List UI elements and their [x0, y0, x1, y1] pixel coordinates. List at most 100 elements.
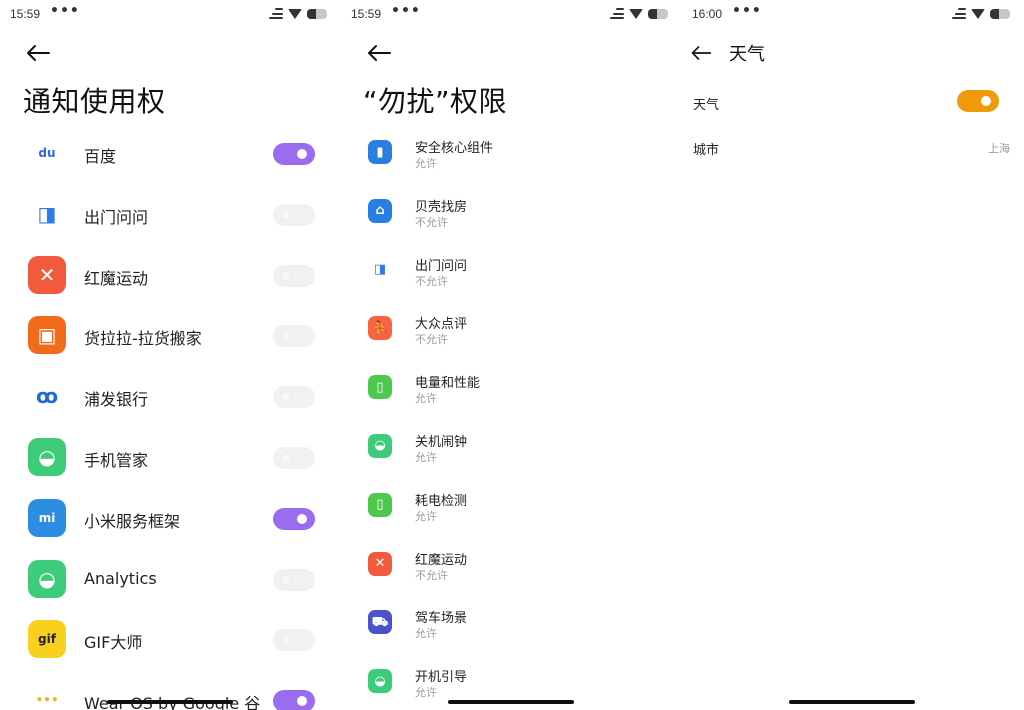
dnd-permission-screen: 15:59 ••• “勿扰”权限 ▮ 安全核心组件 允许 ⌂ 贝壳找房 不允许 ◨ 出门问问不…: [341, 0, 682, 710]
app-row[interactable]: ◨ 出门问问 不允许: [341, 242, 682, 301]
app-row[interactable]: ◒ 手机管家: [0, 428, 341, 489]
status-time: 16:00: [692, 7, 723, 21]
system-icons: [610, 8, 668, 19]
notification-access-toggle[interactable]: [273, 507, 315, 530]
home-indicator[interactable]: [448, 700, 574, 704]
app-list: du 百度 ◨ 出门问问 ✕ 红魔运动 ▣ 货拉拉-拉货搬家 ꝏ 浦发银行 ◒ 手机管家 mi 小米服务框…: [0, 124, 341, 710]
app-name: 手机管家: [84, 450, 149, 470]
city-setting-row[interactable]: 城市 上海: [682, 127, 1024, 167]
status-more-dots: •••: [732, 3, 762, 19]
back-button[interactable]: [366, 43, 392, 63]
app-name: 红魔运动: [415, 552, 468, 568]
back-arrow-icon: [27, 45, 50, 61]
redmagic-sport-icon: ✕: [28, 255, 66, 294]
beike-icon: ⌂: [368, 198, 392, 223]
home-indicator[interactable]: [107, 700, 233, 704]
notification-access-toggle[interactable]: [273, 264, 315, 287]
app-name: 开机引导: [415, 670, 468, 686]
app-row[interactable]: gif GIF大师: [0, 610, 341, 671]
notification-access-toggle[interactable]: [273, 325, 315, 348]
app-name: 驾车场景: [415, 611, 468, 627]
app-name: 关机闹钟: [415, 434, 468, 450]
mi-service-icon: mi: [28, 498, 66, 537]
notification-access-toggle[interactable]: [273, 203, 315, 226]
app-name: 红魔运动: [84, 268, 149, 288]
city-label: 城市: [693, 143, 720, 158]
weather-setting-row[interactable]: 天气: [682, 82, 1024, 122]
weather-settings-screen: 16:00 ••• 天气 天气 城市 上海: [682, 0, 1024, 710]
signal-icon: [952, 8, 966, 19]
back-arrow-icon: [368, 45, 391, 61]
permission-status: 允许: [415, 509, 437, 523]
app-row[interactable]: ▮ 安全核心组件 允许: [341, 124, 682, 183]
notification-access-toggle[interactable]: [273, 143, 315, 165]
app-row[interactable]: ▯ 耗电检测 允许: [341, 477, 682, 536]
app-row[interactable]: ⛟ 驾车场景 允许: [341, 594, 682, 653]
city-value: 上海: [988, 142, 1010, 155]
back-button[interactable]: [690, 44, 712, 62]
signal-icon: [269, 8, 283, 19]
home-indicator[interactable]: [789, 700, 915, 704]
back-button[interactable]: [25, 43, 51, 63]
app-row[interactable]: ◒ 关机闹钟 允许: [341, 418, 682, 477]
app-name: 浦发银行: [84, 390, 149, 410]
mobvoi-icon: ◨: [28, 194, 66, 233]
status-bar: 16:00 •••: [682, 0, 1024, 30]
mobvoi-icon: ◨: [368, 257, 392, 282]
notification-access-toggle[interactable]: [273, 690, 315, 710]
app-row[interactable]: ▣ 货拉拉-拉货搬家: [0, 306, 341, 367]
app-row[interactable]: ✕ 红魔运动: [0, 246, 341, 307]
spdb-icon: ꝏ: [28, 377, 66, 416]
weather-label: 天气: [693, 98, 720, 113]
battery-icon: ▯: [368, 375, 392, 400]
status-more-dots: •••: [50, 3, 80, 19]
android-icon: ◒: [28, 559, 66, 598]
permission-status: 不允许: [415, 215, 448, 229]
lalamove-icon: ▣: [28, 316, 66, 355]
battery-status-icon: [307, 8, 327, 19]
app-name: 电量和性能: [415, 376, 481, 392]
app-name: 小米服务框架: [84, 511, 181, 531]
app-name: 安全核心组件: [415, 141, 494, 156]
app-row[interactable]: du 百度: [0, 124, 341, 185]
permission-status: 允许: [415, 627, 437, 641]
system-icons: [269, 8, 327, 19]
signal-icon: [610, 8, 624, 19]
car-icon: ⛟: [368, 610, 392, 635]
status-time: 15:59: [351, 7, 382, 21]
app-name: 出门问问: [84, 207, 149, 227]
app-name: 百度: [84, 147, 117, 166]
notification-access-toggle[interactable]: [273, 629, 315, 652]
screens: 15:59 ••• 通知使用权 du 百度 ◨ 出门问问 ✕ 红魔运动 ▣ 货拉拉-拉货搬家 ꝏ…: [0, 0, 1024, 710]
app-row[interactable]: ⌂ 贝壳找房 不允许: [341, 183, 682, 242]
app-row[interactable]: ꝏ 浦发银行: [0, 367, 341, 428]
permission-status: 不允许: [415, 333, 448, 347]
app-name: 贝壳找房: [415, 199, 468, 215]
permission-status: 不允许: [415, 274, 448, 288]
android-icon: ◒: [368, 669, 392, 694]
redmagic-sport-icon: ✕: [368, 551, 392, 576]
app-row[interactable]: ◒ Analytics: [0, 550, 341, 611]
weather-toggle[interactable]: [957, 90, 999, 112]
permission-status: 允许: [415, 157, 437, 170]
app-row[interactable]: ▯ 电量和性能 允许: [341, 359, 682, 418]
app-row[interactable]: •••Wear OS by Google 谷: [0, 671, 341, 710]
android-icon: ◒: [28, 437, 66, 476]
app-row[interactable]: mi 小米服务框架: [0, 489, 341, 550]
permission-status: 允许: [415, 392, 437, 406]
notification-access-toggle[interactable]: [273, 568, 315, 591]
status-bar: 15:59 •••: [0, 0, 341, 30]
app-row[interactable]: ✕ 红魔运动 不允许: [341, 536, 682, 595]
app-row[interactable]: ◨ 出门问问: [0, 185, 341, 246]
battery-status-icon: [990, 8, 1010, 19]
notification-access-toggle[interactable]: [273, 386, 315, 409]
page-title: “勿扰”权限: [363, 85, 508, 118]
app-row[interactable]: ⛹ 大众点评 不允许: [341, 300, 682, 359]
app-name: Analytics: [84, 568, 157, 588]
notification-access-screen: 15:59 ••• 通知使用权 du 百度 ◨ 出门问问 ✕ 红魔运动 ▣ 货拉拉-拉货搬家 ꝏ…: [0, 0, 341, 710]
security-core-icon: ▮: [368, 140, 392, 164]
permission-status: 允许: [415, 450, 437, 464]
notification-access-toggle[interactable]: [273, 446, 315, 469]
dianping-icon: ⛹: [368, 316, 392, 341]
app-name: 货拉拉-拉货搬家: [84, 329, 202, 349]
